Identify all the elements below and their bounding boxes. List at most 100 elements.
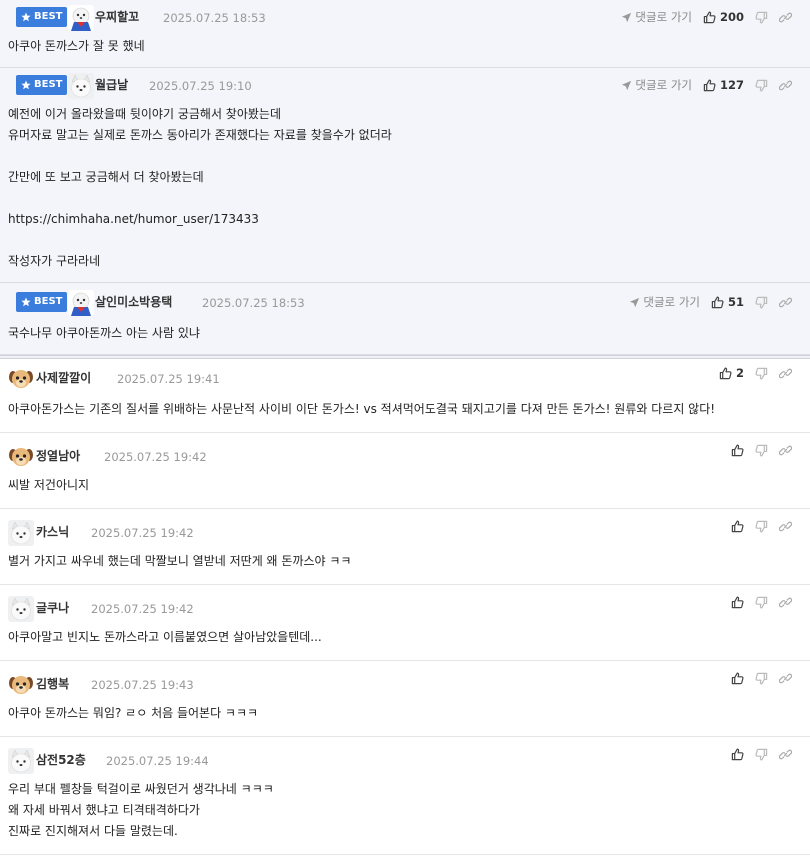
comment-header: BEST 월급날 2025.07.25 19:10 댓글로 가기 127	[8, 68, 802, 104]
comment-body: 우리 부대 펠창들 턱걸이로 싸웠던거 생각나네 ㅋㅋㅋ 왜 자세 바꿔서 했냐…	[8, 782, 274, 838]
nickname[interactable]: 카스닉	[36, 524, 69, 540]
comment-tools	[731, 444, 792, 457]
comment-header: 정열남아 2025.07.25 19:42	[8, 439, 802, 475]
best-badge: BEST	[16, 292, 68, 312]
thumbs-up-icon	[711, 296, 724, 309]
thumbs-down-icon[interactable]	[755, 79, 768, 92]
thumbs-down-icon[interactable]	[755, 520, 768, 533]
copy-link-icon[interactable]	[779, 367, 792, 380]
avatar	[8, 520, 34, 546]
like-button[interactable]	[731, 748, 744, 761]
thumbs-down-icon[interactable]	[755, 596, 768, 609]
nickname[interactable]: 정열남아	[36, 448, 80, 464]
comment-tools	[731, 748, 792, 761]
comment: 삼전52층 2025.07.25 19:44 우리 부대 펠창들 턱걸이로 싸웠던거…	[0, 737, 810, 855]
avatar	[8, 748, 34, 774]
like-button[interactable]	[731, 672, 744, 685]
like-button[interactable]: 127	[703, 78, 744, 92]
nickname[interactable]: 삼전52층	[36, 752, 86, 768]
copy-link-icon[interactable]	[779, 79, 792, 92]
thumbs-down-icon[interactable]	[755, 367, 768, 380]
best-comment: BEST 월급날 2025.07.25 19:10 댓글로 가기 127 예전에 이거 올…	[0, 68, 810, 283]
best-badge-label: BEST	[34, 11, 63, 22]
reply-link[interactable]: 댓글로 가기	[629, 294, 700, 310]
copy-link-icon[interactable]	[779, 672, 792, 685]
reply-label: 댓글로 가기	[643, 295, 700, 309]
avatar	[68, 290, 94, 316]
copy-link-icon[interactable]	[779, 296, 792, 309]
comment-body: 씨발 저건아니지	[8, 478, 90, 492]
comment-tools: 댓글로 가기 200	[621, 9, 792, 25]
nickname[interactable]: 사제깔깔이	[36, 370, 91, 386]
thumbs-down-icon[interactable]	[755, 11, 768, 24]
copy-link-icon[interactable]	[779, 444, 792, 457]
star-icon	[21, 80, 31, 90]
thumbs-up-icon	[719, 367, 732, 380]
thumbs-down-icon[interactable]	[755, 444, 768, 457]
thumbs-up-icon	[703, 11, 716, 24]
like-button[interactable]	[731, 444, 744, 457]
comment-body: 별거 가지고 싸우네 했는데 막짤보니 열받네 저딴게 왜 돈까스야 ㅋㅋ	[8, 554, 352, 568]
nickname[interactable]: 글쿠나	[36, 600, 69, 616]
comment-header: 사제깔깔이 2025.07.25 19:41 2	[8, 359, 802, 399]
like-count: 200	[719, 10, 744, 24]
comment: 정열남아 2025.07.25 19:42 씨발 저건아니지	[0, 433, 810, 509]
avatar	[8, 672, 34, 698]
best-badge: BEST	[16, 75, 68, 95]
comment: 카스닉 2025.07.25 19:42 별거 가지고 싸우네 했는데 막짤보니 열…	[0, 509, 810, 585]
like-count: 2	[735, 366, 744, 380]
thumbs-down-icon[interactable]	[755, 672, 768, 685]
star-icon	[21, 12, 31, 22]
nickname[interactable]: 살인미소박용택	[95, 294, 172, 310]
reply-label: 댓글로 가기	[635, 78, 692, 92]
copy-link-icon[interactable]	[779, 748, 792, 761]
like-count: 51	[727, 295, 744, 309]
copy-link-icon[interactable]	[779, 596, 792, 609]
thumbs-up-icon	[731, 748, 744, 761]
nickname[interactable]: 김행복	[36, 676, 69, 692]
comment-header: 글쿠나 2025.07.25 19:42	[8, 591, 802, 627]
thumbs-down-icon[interactable]	[755, 748, 768, 761]
like-button[interactable]: 2	[719, 366, 744, 380]
thumbs-down-icon[interactable]	[755, 296, 768, 309]
comment-tools: 댓글로 가기 127	[621, 77, 792, 93]
best-badge-label: BEST	[34, 79, 63, 90]
nickname[interactable]: 우찌할꼬	[95, 9, 139, 25]
comment-date: 2025.07.25 19:42	[104, 450, 207, 464]
comment-date: 2025.07.25 19:42	[91, 602, 194, 616]
comment-list: BEST 우찌할꼬 2025.07.25 18:53 댓글로 가기 200 아쿠아 돈까스…	[0, 0, 810, 855]
nickname[interactable]: 월급날	[95, 77, 128, 93]
comment-header: BEST 살인미소박용택 2025.07.25 18:53 댓글로 가기 51	[8, 283, 802, 323]
comment-header: BEST 우찌할꼬 2025.07.25 18:53 댓글로 가기 200	[8, 0, 802, 36]
comment-date: 2025.07.25 18:53	[163, 11, 266, 25]
star-icon	[21, 297, 31, 307]
best-badge-label: BEST	[34, 296, 63, 307]
copy-link-icon[interactable]	[779, 520, 792, 533]
comment-date: 2025.07.25 19:44	[106, 754, 209, 768]
like-button[interactable]: 200	[703, 10, 744, 24]
comment-date: 2025.07.25 19:42	[91, 526, 194, 540]
thumbs-up-icon	[731, 520, 744, 533]
comment-body: 국수나무 아쿠아돈까스 아는 사람 있냐	[8, 326, 200, 340]
send-icon	[629, 297, 640, 308]
avatar	[8, 596, 34, 622]
comment-body: 아쿠아말고 빈지노 돈까스라고 이름붙였으면 살아남았을텐데...	[8, 630, 322, 644]
like-button[interactable]	[731, 596, 744, 609]
thumbs-up-icon	[731, 444, 744, 457]
reply-link[interactable]: 댓글로 가기	[621, 9, 692, 25]
comment-body: 아쿠아돈가스는 기존의 질서를 위배하는 사문난적 사이비 이단 돈가스! vs…	[8, 402, 716, 416]
comment-body: 아쿠아 돈까스가 잘 못 했네	[8, 39, 145, 53]
copy-link-icon[interactable]	[779, 11, 792, 24]
like-count: 127	[719, 78, 744, 92]
comment-tools	[731, 596, 792, 609]
comment-date: 2025.07.25 19:41	[117, 372, 220, 386]
send-icon	[621, 12, 632, 23]
thumbs-up-icon	[703, 79, 716, 92]
like-button[interactable]	[731, 520, 744, 533]
best-badge: BEST	[16, 7, 68, 27]
like-button[interactable]: 51	[711, 295, 744, 309]
comment-date: 2025.07.25 18:53	[202, 296, 305, 310]
comment-header: 카스닉 2025.07.25 19:42	[8, 515, 802, 551]
thumbs-up-icon	[731, 672, 744, 685]
reply-link[interactable]: 댓글로 가기	[621, 77, 692, 93]
